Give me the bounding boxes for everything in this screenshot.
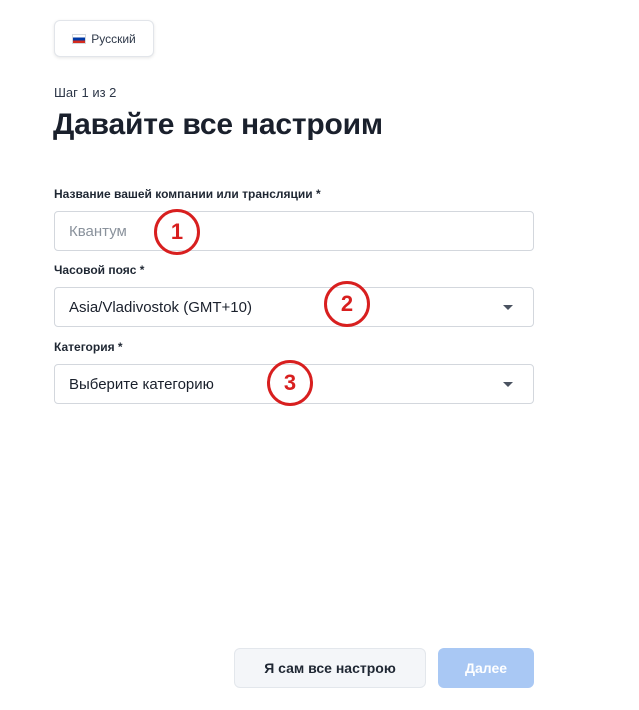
timezone-select[interactable]: Asia/Vladivostok (GMT+10) xyxy=(54,287,534,327)
annotation-marker-3: 3 xyxy=(267,360,313,406)
step-indicator: Шаг 1 из 2 xyxy=(54,85,117,100)
chevron-down-icon xyxy=(503,381,513,387)
page-title: Давайте все настроим xyxy=(53,108,383,141)
next-button[interactable]: Далее xyxy=(438,648,534,688)
timezone-label: Часовой пояс * xyxy=(54,263,145,277)
language-selector-button[interactable]: Русский xyxy=(54,20,154,57)
chevron-down-icon xyxy=(503,304,513,310)
company-name-input[interactable] xyxy=(54,211,534,251)
category-label: Категория * xyxy=(54,340,123,354)
timezone-selected-value: Asia/Vladivostok (GMT+10) xyxy=(69,298,252,316)
language-label: Русский xyxy=(91,31,136,46)
russia-flag-icon xyxy=(72,33,87,44)
setup-myself-button[interactable]: Я сам все настрою xyxy=(234,648,426,688)
company-name-label: Название вашей компании или трансляции * xyxy=(54,187,321,201)
category-selected-value: Выберите категорию xyxy=(69,375,214,393)
annotation-marker-2: 2 xyxy=(324,281,370,327)
annotation-marker-1: 1 xyxy=(154,209,200,255)
